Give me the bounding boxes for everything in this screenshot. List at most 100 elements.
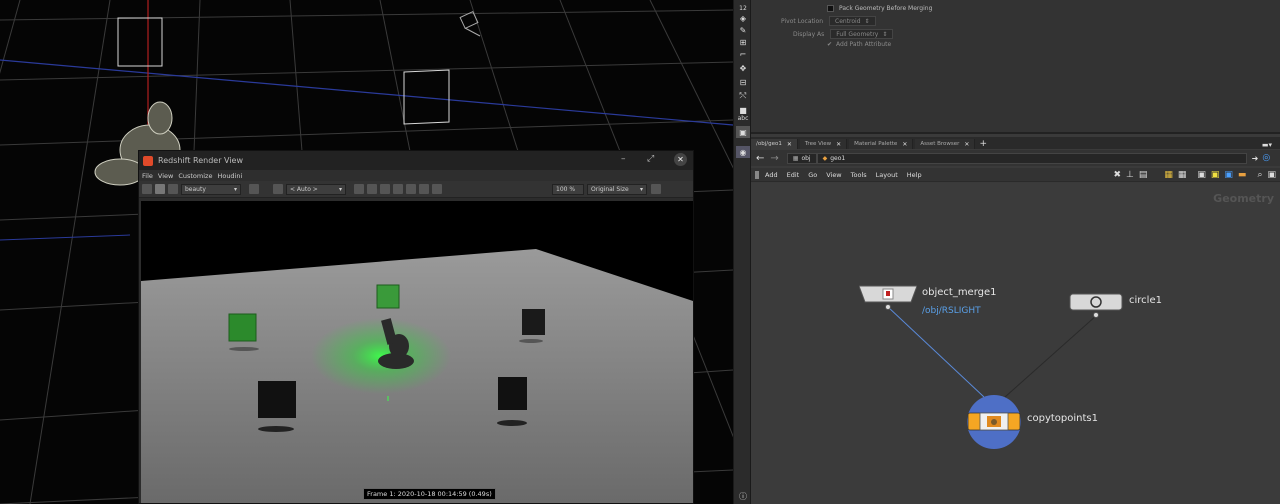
- text-tool-icon[interactable]: abc: [736, 112, 750, 124]
- add-tab-button[interactable]: +: [979, 139, 987, 149]
- chevron-updown-icon: ⇕: [882, 31, 888, 38]
- pivot-location-select[interactable]: Centroid ⇕: [829, 16, 876, 26]
- refresh-icon[interactable]: [168, 184, 178, 194]
- camera-select[interactable]: < Auto > ▾: [286, 183, 346, 195]
- menu-help[interactable]: Help: [907, 171, 922, 179]
- menu-edit[interactable]: Edit: [787, 171, 800, 179]
- render-region-icon[interactable]: [155, 184, 165, 194]
- close-tab-icon[interactable]: ✕: [836, 141, 841, 148]
- snapshot-icon[interactable]: ▣: [1267, 170, 1276, 180]
- object-merge-node[interactable]: [858, 285, 918, 310]
- zoom-select[interactable]: 100 %: [552, 183, 584, 195]
- render-window-title: Redshift Render View: [158, 156, 244, 165]
- pin-icon[interactable]: ➜: [1252, 154, 1259, 163]
- wrench-icon[interactable]: ✖: [1113, 170, 1121, 180]
- pack-geometry-checkbox[interactable]: [827, 5, 834, 12]
- magnifier-icon[interactable]: ⌕: [1257, 170, 1262, 180]
- breadcrumb-node[interactable]: ◆ geo1: [816, 152, 1247, 164]
- display-as-select[interactable]: Full Geometry ⇕: [830, 29, 894, 39]
- tab-asset-browser[interactable]: Asset Browser ✕: [915, 139, 976, 149]
- breadcrumb-root[interactable]: ▦ obj: [786, 152, 817, 164]
- close-tab-icon[interactable]: ✕: [787, 141, 792, 148]
- add-path-attribute-label: Add Path Attribute: [836, 41, 892, 48]
- size-mode-select[interactable]: Original Size ▾: [587, 183, 647, 195]
- snap-icon[interactable]: ⊞: [736, 36, 750, 48]
- image-icon[interactable]: ▣: [1224, 170, 1233, 180]
- copytopoints-shape: [967, 395, 1021, 449]
- menu-file[interactable]: File: [142, 172, 153, 180]
- transform-icon[interactable]: ✥: [736, 62, 750, 74]
- redshift-logo-icon: [143, 155, 153, 166]
- circle-node-shape: [1069, 293, 1123, 311]
- grid-snap-icon[interactable]: ⊟: [736, 76, 750, 88]
- menu-view[interactable]: View: [158, 172, 173, 180]
- chevron-updown-icon: ⇕: [864, 18, 870, 25]
- paint-icon[interactable]: ✎: [736, 24, 750, 36]
- target-icon[interactable]: [380, 184, 390, 194]
- maximize-icon[interactable]: ⤢: [647, 154, 654, 164]
- net-menu-toggle-icon[interactable]: [755, 170, 759, 179]
- output-connector[interactable]: [885, 304, 891, 310]
- circle-node[interactable]: [1069, 293, 1123, 318]
- close-tab-icon[interactable]: ✕: [902, 141, 907, 148]
- info-icon[interactable]: ⓘ: [736, 490, 750, 502]
- curve-icon[interactable]: ⌐: [736, 48, 750, 60]
- bone-icon[interactable]: ⤲: [736, 90, 750, 102]
- render-canvas[interactable]: Frame 1: 2020-10-18 00:14:59 (0.49s): [141, 201, 693, 503]
- output-connector[interactable]: [1093, 312, 1099, 318]
- aov-select[interactable]: beauty ▾: [181, 183, 241, 195]
- redshift-render-window[interactable]: Redshift Render View – ⤢ ✕ File View Cus…: [138, 150, 694, 504]
- menu-add[interactable]: Add: [765, 171, 778, 179]
- network-editor[interactable]: Geometry object_merge1 /obj/RSLIGHT circ…: [751, 183, 1280, 504]
- display-as-row: Display As Full Geometry ⇕: [793, 29, 894, 39]
- notes-icon[interactable]: ▣: [1197, 170, 1206, 180]
- menu-tools[interactable]: Tools: [851, 171, 867, 179]
- display-as-label: Display As: [793, 30, 825, 38]
- menu-customize[interactable]: Customize: [178, 172, 212, 180]
- close-tab-icon[interactable]: ✕: [964, 141, 969, 148]
- menu-view[interactable]: View: [826, 171, 841, 179]
- scene-viewport[interactable]: Redshift Render View – ⤢ ✕ File View Cus…: [0, 0, 733, 504]
- history-icon[interactable]: [432, 184, 442, 194]
- render-image-icon[interactable]: [142, 184, 152, 194]
- minimize-icon[interactable]: –: [621, 154, 626, 164]
- settings-gear-icon[interactable]: [651, 184, 661, 194]
- save-icon[interactable]: [406, 184, 416, 194]
- frame-info-label: Frame 1: 2020-10-18 00:14:59 (0.49s): [363, 488, 496, 500]
- menu-layout[interactable]: Layout: [876, 171, 898, 179]
- light-icon[interactable]: ◈: [736, 12, 750, 24]
- tab-material-palette[interactable]: Material Palette ✕: [849, 139, 914, 149]
- chevron-down-icon: ▾: [233, 185, 237, 193]
- pane-tabbar: /obj/geo1 ✕ Tree View ✕ Material Palette ✕ …: [751, 137, 1280, 149]
- back-arrow-icon[interactable]: ←: [756, 153, 764, 164]
- checkmark-icon[interactable]: ✔: [827, 41, 832, 48]
- network-menubar: Add Edit Go View Tools Layout Help ✖ ⊥ ▤…: [751, 168, 1280, 182]
- sticky-note-icon[interactable]: ▣: [1211, 170, 1220, 180]
- close-window-button[interactable]: ✕: [674, 153, 687, 166]
- box-icon[interactable]: ▬: [1238, 170, 1247, 180]
- compare-icon[interactable]: [419, 184, 429, 194]
- render-window-titlebar[interactable]: Redshift Render View – ⤢ ✕: [139, 151, 693, 170]
- circle-name: circle1: [1129, 295, 1162, 306]
- render-icon[interactable]: ▣: [736, 126, 750, 138]
- copytopoints-node[interactable]: [966, 394, 1022, 450]
- pack-geometry-label: Pack Geometry Before Merging: [839, 5, 933, 12]
- crop-icon[interactable]: [273, 184, 283, 194]
- tab-tree-view[interactable]: Tree View ✕: [799, 139, 848, 149]
- render-window-toolbar: beauty ▾ < Auto > ▾ 100 % Original Size ▾: [139, 181, 693, 198]
- pane-menu-icon[interactable]: ▬▾: [1262, 141, 1272, 149]
- list-icon[interactable]: ▤: [1139, 170, 1148, 180]
- snapshot-icon[interactable]: [249, 184, 259, 194]
- grid-icon[interactable]: [367, 184, 377, 194]
- camera-icon[interactable]: ◉: [736, 146, 750, 158]
- forward-arrow-icon[interactable]: →: [770, 153, 778, 164]
- tree-icon[interactable]: ⊥: [1126, 170, 1134, 180]
- tab-network[interactable]: /obj/geo1 ✕: [751, 139, 798, 149]
- lock-icon[interactable]: [354, 184, 364, 194]
- menu-go[interactable]: Go: [808, 171, 817, 179]
- color-palette-icon[interactable]: ▦: [1164, 170, 1173, 180]
- frame-icon[interactable]: [393, 184, 403, 194]
- menu-houdini[interactable]: Houdini: [217, 172, 242, 180]
- link-icon[interactable]: ◎: [1262, 153, 1270, 163]
- grid-view-icon[interactable]: ▦: [1178, 170, 1187, 180]
